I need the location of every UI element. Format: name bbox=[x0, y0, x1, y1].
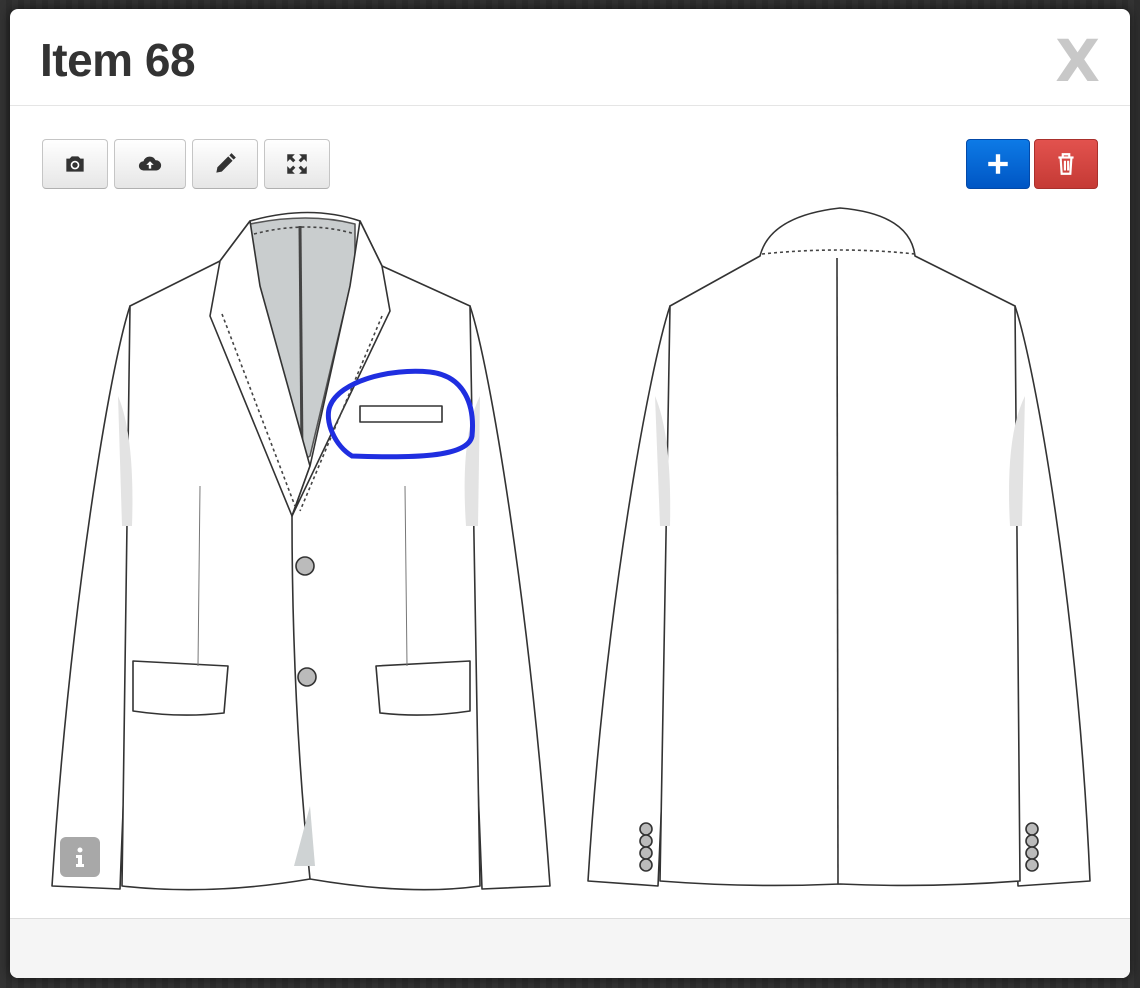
edit-button[interactable] bbox=[192, 139, 258, 189]
jacket-front-drawing bbox=[51, 211, 551, 891]
item-modal: Item 68 X bbox=[10, 9, 1130, 978]
info-icon bbox=[76, 847, 84, 867]
delete-button[interactable] bbox=[1034, 139, 1098, 189]
info-button[interactable] bbox=[60, 837, 100, 877]
upload-button[interactable] bbox=[114, 139, 186, 189]
camera-button[interactable] bbox=[42, 139, 108, 189]
modal-title: Item 68 bbox=[40, 34, 196, 86]
jacket-back-drawing bbox=[587, 207, 1091, 887]
modal-body bbox=[10, 106, 1130, 918]
modal-footer bbox=[10, 918, 1130, 978]
add-button[interactable] bbox=[966, 139, 1030, 189]
plus-icon bbox=[988, 154, 1008, 174]
fullscreen-button[interactable] bbox=[264, 139, 330, 189]
toolbar-right bbox=[966, 139, 1098, 189]
toolbar-left bbox=[42, 139, 330, 189]
camera-icon bbox=[66, 156, 84, 172]
garment-canvas[interactable] bbox=[10, 106, 1130, 918]
pencil-icon bbox=[216, 153, 236, 173]
trash-icon bbox=[1058, 153, 1074, 175]
modal-header: Item 68 X bbox=[10, 9, 1130, 106]
close-button[interactable]: X bbox=[1055, 32, 1100, 90]
cloud-upload-icon bbox=[138, 156, 162, 171]
expand-icon bbox=[287, 154, 307, 174]
